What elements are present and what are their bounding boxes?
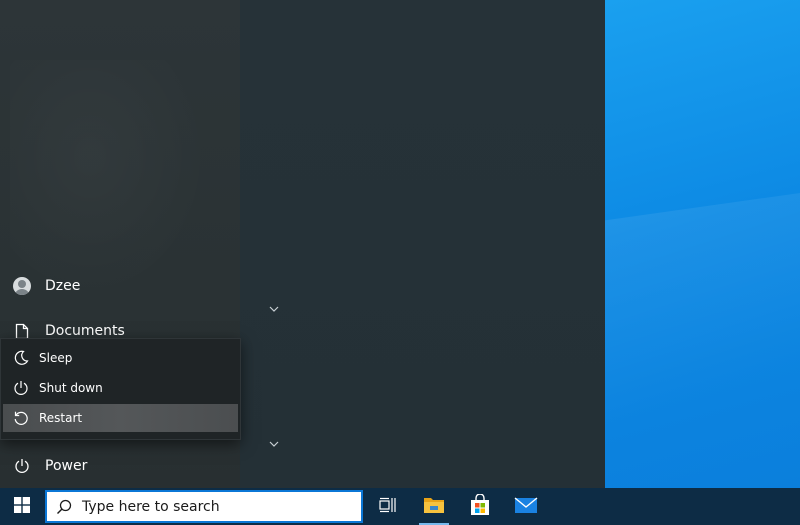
power-label: Power xyxy=(45,458,88,474)
shut-down-option[interactable]: Shut down xyxy=(3,374,238,402)
documents-label: Documents xyxy=(45,323,125,339)
document-icon xyxy=(0,323,44,340)
power-icon xyxy=(0,458,44,474)
power-button[interactable]: Power xyxy=(0,446,240,486)
user-account-button[interactable]: Dzee xyxy=(0,266,240,306)
chevron-down-icon[interactable] xyxy=(269,303,283,313)
task-view-icon xyxy=(379,497,397,517)
search-icon xyxy=(46,499,82,515)
taskbar: Type here to search xyxy=(0,488,800,525)
tiles-area xyxy=(240,0,605,488)
search-placeholder: Type here to search xyxy=(82,498,220,515)
power-options-flyout: Sleep Shut down Restart xyxy=(0,338,241,440)
mail-icon xyxy=(514,496,538,518)
user-avatar-icon xyxy=(0,277,44,295)
desktop-background xyxy=(605,0,800,488)
file-explorer-button[interactable] xyxy=(411,488,457,525)
restart-option[interactable]: Restart xyxy=(3,404,238,432)
restart-label: Restart xyxy=(39,411,83,425)
user-name-label: Dzee xyxy=(45,278,81,294)
start-button[interactable] xyxy=(0,488,44,525)
sleep-label: Sleep xyxy=(39,351,73,365)
avatar xyxy=(13,277,31,295)
power-icon xyxy=(3,380,39,396)
microsoft-store-button[interactable] xyxy=(457,488,503,525)
chevron-down-icon[interactable] xyxy=(269,438,283,448)
file-explorer-icon xyxy=(423,495,445,519)
shut-down-label: Shut down xyxy=(39,381,103,395)
moon-icon xyxy=(3,350,39,366)
microsoft-store-icon xyxy=(469,492,491,520)
taskbar-search-box[interactable]: Type here to search xyxy=(45,490,363,523)
restart-icon xyxy=(3,410,39,426)
task-view-button[interactable] xyxy=(365,488,411,525)
sleep-option[interactable]: Sleep xyxy=(3,344,238,372)
windows-logo-icon xyxy=(14,496,30,517)
mail-button[interactable] xyxy=(503,488,549,525)
